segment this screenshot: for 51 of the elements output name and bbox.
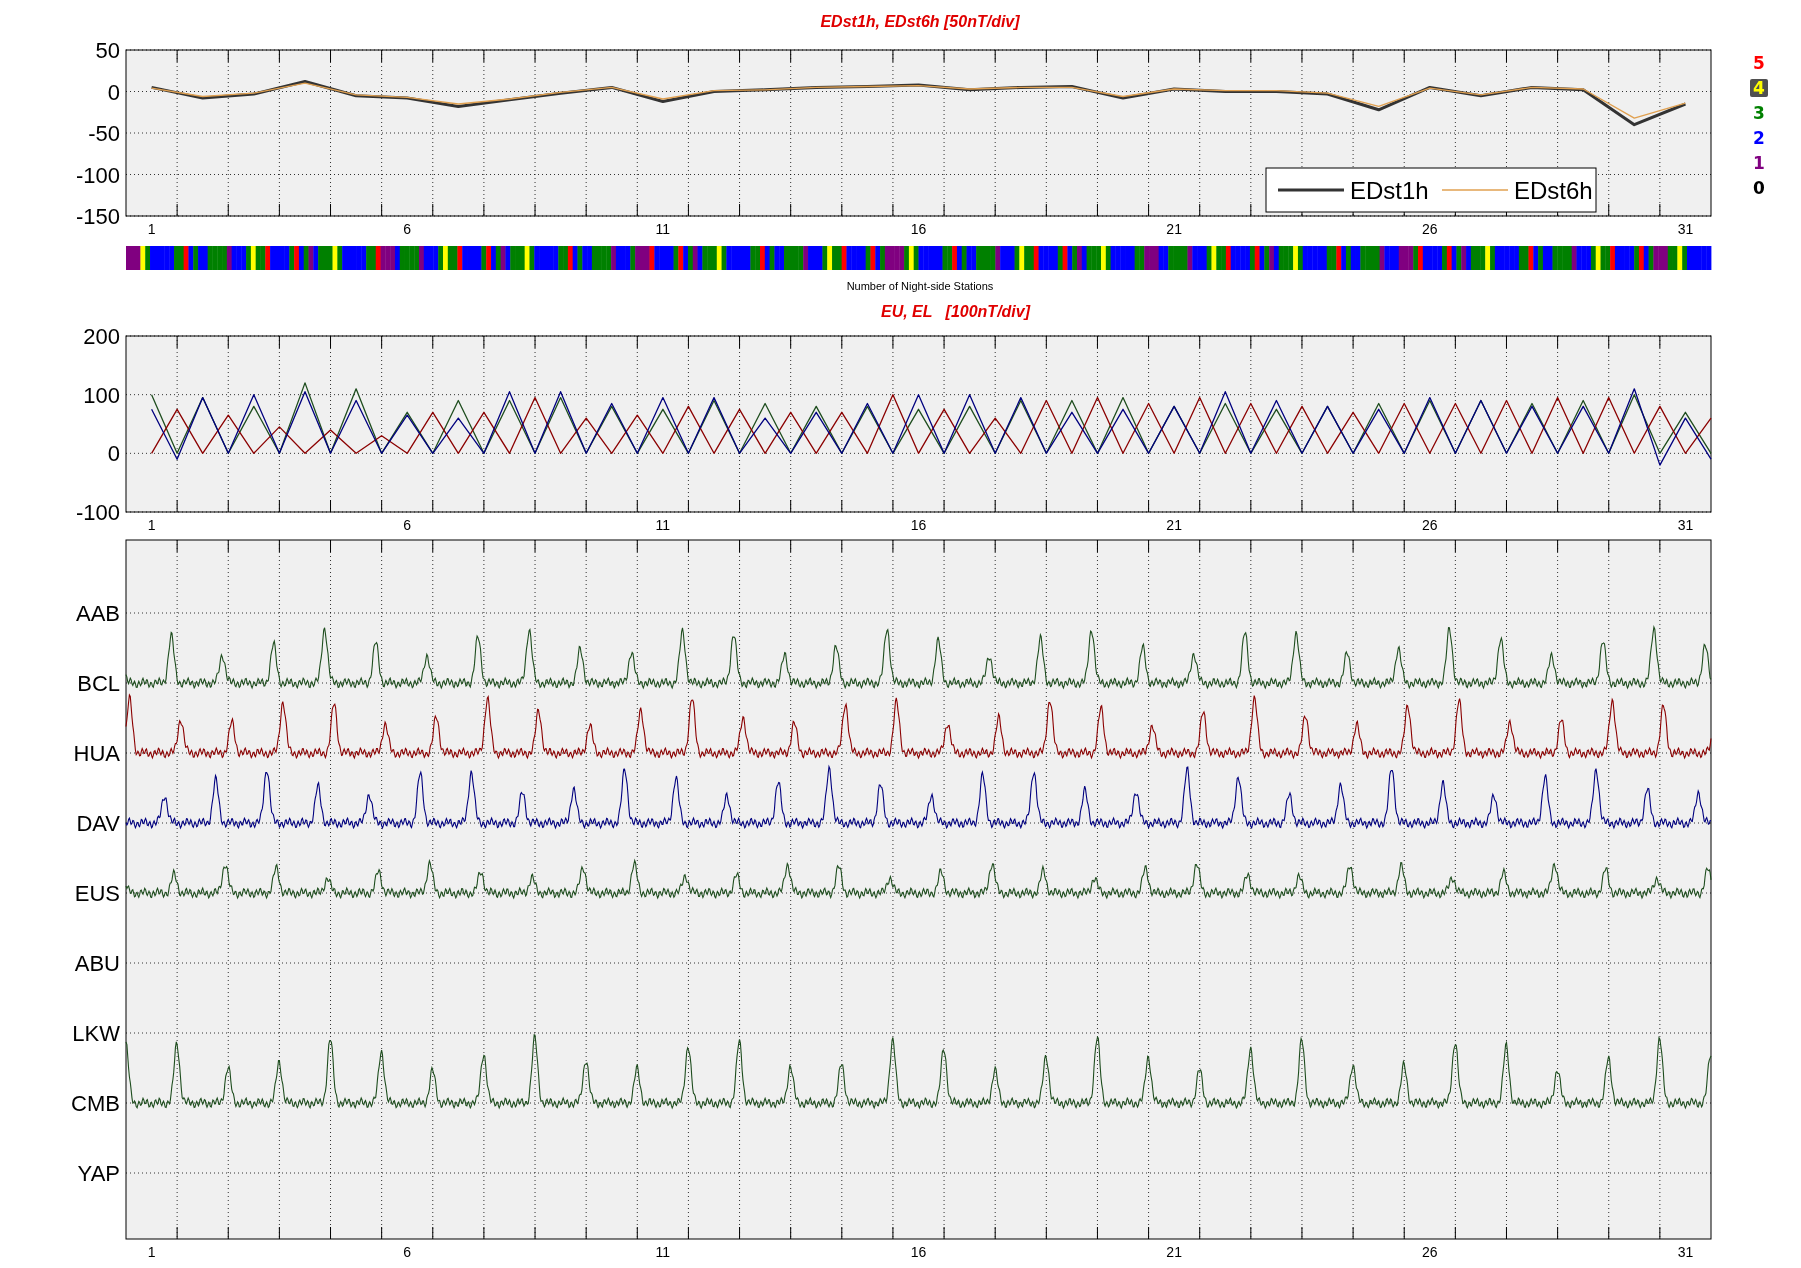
- axis-tick-label: 6: [403, 221, 412, 237]
- axis-tick-label: -100: [75, 500, 120, 525]
- scale-label: 3: [1753, 106, 1765, 120]
- station-label: EUS: [74, 881, 120, 906]
- scale-label: 5: [1753, 56, 1765, 70]
- axis-tick-label: 50: [95, 38, 120, 63]
- axis-tick-label: 26: [1422, 517, 1438, 533]
- axis-tick-label: -150: [75, 204, 120, 229]
- station-label: ABU: [74, 951, 120, 976]
- axis-tick-label: 16: [910, 1244, 927, 1260]
- axis-tick-label: 16: [910, 221, 927, 237]
- legend-swatch: [1278, 188, 1344, 192]
- axis-tick-label: -100: [75, 162, 120, 188]
- station-label: BCL: [77, 671, 120, 696]
- axis-tick-label: 100: [83, 382, 120, 408]
- axis-tick-label: 21: [1166, 1244, 1182, 1260]
- axis-tick-label: 11: [655, 221, 671, 237]
- axis-tick-label: 26: [1422, 1244, 1438, 1260]
- axis-tick-label: 1: [147, 1244, 156, 1260]
- axis-tick-label: 16: [910, 517, 927, 533]
- axis-tick-label: 26: [1422, 221, 1438, 237]
- legend-label: EDst6h: [1514, 177, 1593, 204]
- station-label: HUA: [73, 741, 120, 766]
- chart-title: EU, EL [100nT/div]: [880, 304, 1031, 320]
- axis-tick-label: 21: [1166, 221, 1182, 237]
- axis-tick-label: 31: [1677, 1244, 1694, 1260]
- axis-tick-label: 1: [147, 221, 156, 237]
- station-label: CMB: [71, 1091, 120, 1116]
- axis-tick-label: 200: [83, 324, 120, 349]
- legend-label: EDst1h: [1350, 177, 1429, 204]
- chart-title: EDst1h, EDst6h [50nT/div]: [820, 14, 1020, 30]
- station-label: YAP: [77, 1161, 120, 1186]
- axis-tick-label: 31: [1677, 221, 1694, 237]
- station-label: AAB: [75, 601, 120, 626]
- axis-tick-label: 11: [655, 1244, 671, 1260]
- axis-tick-label: -50: [88, 121, 120, 146]
- scale-label: 1: [1753, 156, 1765, 170]
- axis-tick-label: 1: [147, 517, 156, 533]
- axis-tick-label: 21: [1166, 517, 1182, 533]
- axis-tick-label: 31: [1677, 517, 1694, 533]
- axis-tick-label: 0: [107, 441, 120, 467]
- axis-tick-label: 6: [403, 517, 412, 533]
- scale-label: 2: [1753, 131, 1765, 145]
- scale-label: 0: [1753, 181, 1765, 195]
- station-label: DAV: [76, 811, 120, 836]
- axis-tick-label: 11: [655, 517, 671, 533]
- station-label: LKW: [72, 1021, 120, 1046]
- scale-label: 4: [1753, 81, 1765, 95]
- axis-tick-label: 0: [107, 79, 120, 105]
- color-bar-caption: Number of Night-side Stations: [846, 280, 994, 292]
- axis-tick-label: 6: [403, 1244, 412, 1260]
